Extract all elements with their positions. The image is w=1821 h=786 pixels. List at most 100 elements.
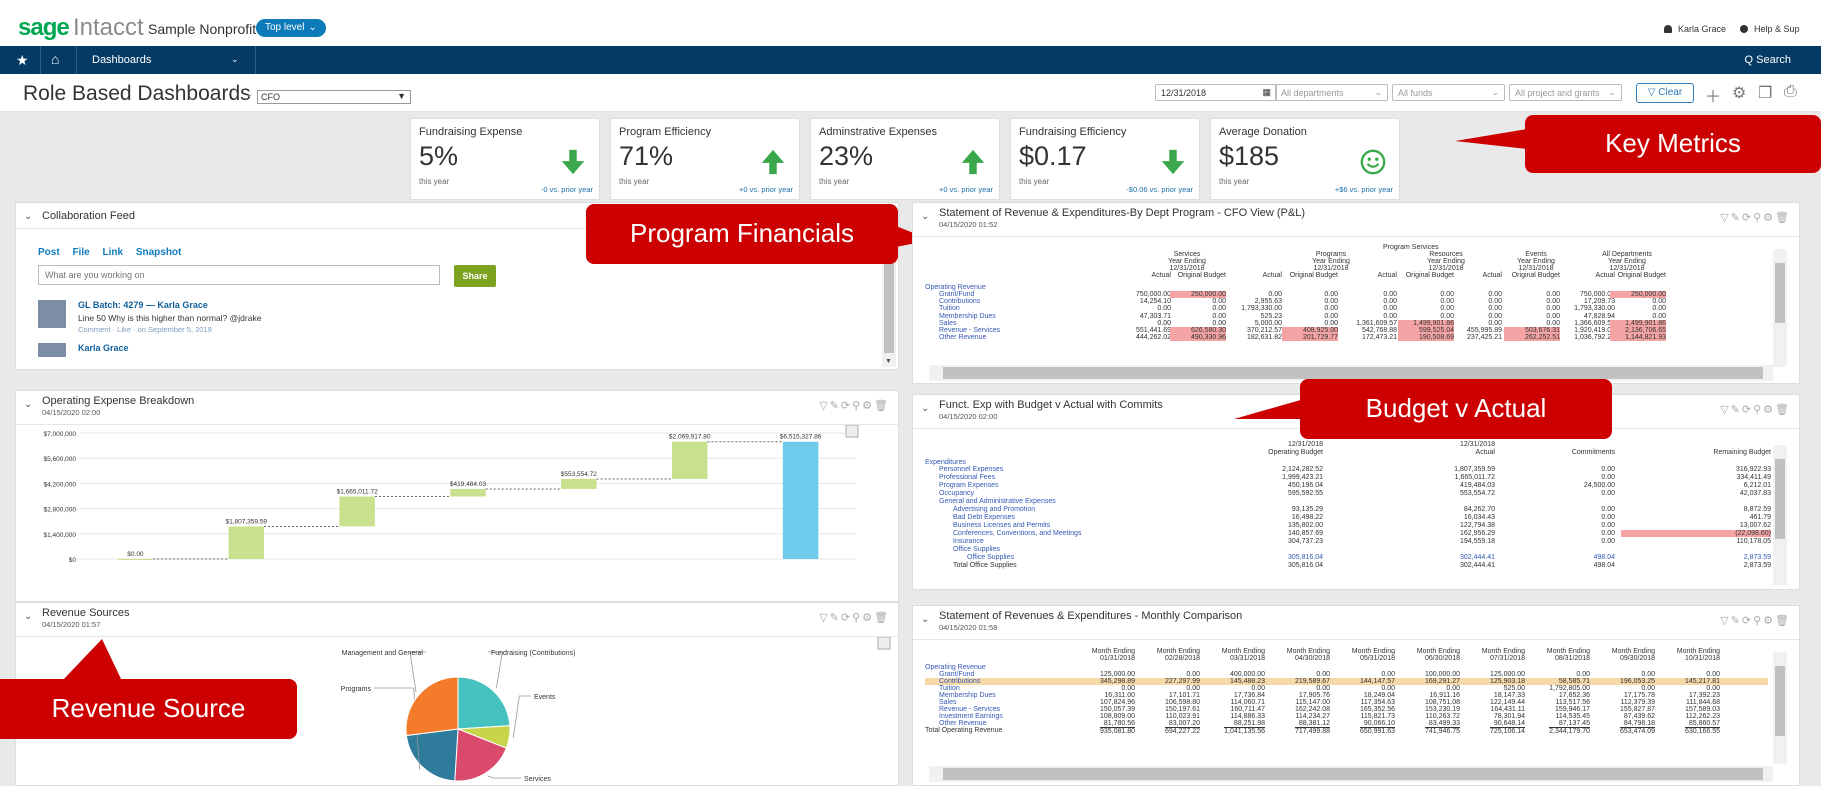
table-cell[interactable]: 0.00 xyxy=(1546,291,1560,298)
row-label[interactable]: Personnel Expenses xyxy=(939,466,1003,473)
table-cell[interactable]: 237,425.21 xyxy=(1467,334,1502,341)
table-cell[interactable]: 0.00 xyxy=(1212,320,1226,327)
table-cell[interactable]: 83,007.20 xyxy=(1169,720,1200,727)
table-cell[interactable]: 117,354.63 xyxy=(1360,699,1395,706)
table-cell[interactable]: 112,262.23 xyxy=(1685,713,1720,720)
table-cell[interactable]: 553,554.72 xyxy=(1460,490,1495,497)
table-cell[interactable]: 190,508.69 xyxy=(1398,334,1454,342)
table-cell[interactable]: 461.79 xyxy=(1750,514,1771,521)
row-label[interactable]: Grant/Fund xyxy=(939,671,974,678)
panel-tools[interactable]: ▽✎⟳⚲⚙🗑 xyxy=(819,399,890,412)
total-cell[interactable]: 694,227.22 xyxy=(1164,727,1200,735)
table-cell[interactable]: 1,793,330.00 xyxy=(1241,305,1282,312)
table-cell[interactable]: 2,124,282.52 xyxy=(1282,466,1323,473)
table-cell[interactable]: 115,147.00 xyxy=(1295,699,1330,706)
table-cell[interactable]: 0.00 xyxy=(1440,291,1454,298)
row-label[interactable]: Conferences, Conventions, and Meetings xyxy=(953,530,1081,537)
waterfall-bar[interactable] xyxy=(561,478,597,489)
settings-icon[interactable]: ⚙ xyxy=(1732,83,1746,103)
table-cell[interactable]: 0.00 xyxy=(1706,671,1720,678)
table-cell[interactable]: 144,147.57 xyxy=(1360,678,1395,685)
table-cell[interactable]: 2,873.59 xyxy=(1744,562,1771,569)
table-cell[interactable]: 150,197.61 xyxy=(1165,706,1200,713)
user-menu[interactable]: Karla Grace xyxy=(1664,24,1726,34)
row-label[interactable]: Membership Dues xyxy=(939,313,996,320)
table-cell[interactable]: 334,411.49 xyxy=(1736,474,1771,481)
total-cell[interactable]: 935,081.80 xyxy=(1099,727,1135,735)
table-cell[interactable]: 0.00 xyxy=(1324,298,1338,305)
table-cell[interactable]: 93,135.29 xyxy=(1292,506,1323,513)
table-cell[interactable]: 0.00 xyxy=(1488,313,1502,320)
row-label[interactable]: Membership Dues xyxy=(939,692,996,699)
table-cell[interactable]: 58,585.71 xyxy=(1559,678,1590,685)
table-cell[interactable]: 122,794.38 xyxy=(1460,522,1495,529)
table-cell[interactable]: 0.00 xyxy=(1601,490,1615,497)
table-cell[interactable]: 1,144,821.93 xyxy=(1610,334,1666,342)
star-icon[interactable]: ★ xyxy=(16,52,29,69)
table-cell[interactable]: 0.00 xyxy=(1440,305,1454,312)
waterfall-bar[interactable] xyxy=(228,526,265,559)
table-cell[interactable]: 18,147.33 xyxy=(1494,692,1525,699)
search-button[interactable]: Q Search xyxy=(1745,54,1791,66)
table-cell[interactable]: 16,498.22 xyxy=(1292,514,1323,521)
scrollbar[interactable] xyxy=(1773,652,1787,764)
total-cell[interactable]: 1,041,135.56 xyxy=(1224,727,1265,735)
table-cell[interactable]: 16,034.43 xyxy=(1464,514,1495,521)
table-cell[interactable]: 0.00 xyxy=(1488,320,1502,327)
table-cell[interactable]: 1,920,419.03 xyxy=(1574,327,1615,334)
row-label[interactable]: Office Supplies xyxy=(953,546,1000,553)
table-cell[interactable]: 551,441.69 xyxy=(1136,327,1171,334)
table-cell[interactable]: 24,500.00 xyxy=(1584,482,1615,489)
table-cell[interactable]: 165,352.56 xyxy=(1360,706,1395,713)
table-cell[interactable]: 18,249.04 xyxy=(1364,692,1395,699)
snapshot-tab[interactable]: Snapshot xyxy=(136,247,182,258)
kpi-card[interactable]: Program Efficiency 71% this year +0 vs. pri… xyxy=(610,118,800,200)
table-cell[interactable]: 0.00 xyxy=(1601,514,1615,521)
file-tab[interactable]: File xyxy=(72,247,89,258)
table-cell[interactable]: 345,298.89 xyxy=(1100,678,1135,685)
table-cell[interactable]: 525.00 xyxy=(1504,685,1525,692)
table-cell[interactable]: 110,178.05 xyxy=(1736,538,1771,545)
table-cell[interactable]: 160,711.47 xyxy=(1230,706,1265,713)
entity-level-dropdown[interactable]: Top level ⌄ xyxy=(256,19,326,37)
table-cell[interactable]: 0.00 xyxy=(1383,291,1397,298)
table-cell[interactable]: 164,431.11 xyxy=(1490,706,1525,713)
table-cell[interactable]: 17,175.78 xyxy=(1624,692,1655,699)
kpi-card[interactable]: Average Donation $185 this year +$6 vs. pri… xyxy=(1210,118,1400,200)
row-label[interactable]: Total Office Supplies xyxy=(953,562,1017,569)
table-cell[interactable]: 599,525.04 xyxy=(1398,327,1454,334)
section-label[interactable]: Operating Revenue xyxy=(925,284,986,291)
table-cell[interactable]: 114,535.45 xyxy=(1555,713,1590,720)
waterfall-bar[interactable] xyxy=(450,488,486,497)
table-cell[interactable]: 155,827.87 xyxy=(1620,706,1655,713)
table-cell[interactable]: 108,809.00 xyxy=(1100,713,1135,720)
table-cell[interactable]: 0.00 xyxy=(1706,685,1720,692)
table-cell[interactable]: 115,821.73 xyxy=(1360,713,1395,720)
clear-filters-button[interactable]: ▽ Clear xyxy=(1636,83,1694,103)
role-select[interactable]: CFO ▼ xyxy=(257,90,411,104)
table-cell[interactable]: 0.00 xyxy=(1576,671,1590,678)
table-cell[interactable]: 122,149.44 xyxy=(1490,699,1525,706)
table-cell[interactable]: 0.00 xyxy=(1488,291,1502,298)
table-cell[interactable]: 111,844.68 xyxy=(1686,699,1720,706)
kpi-card[interactable]: Fundraising Efficiency $0.17 this year -$0.… xyxy=(1010,118,1200,200)
waterfall-bar[interactable] xyxy=(671,441,708,479)
table-cell[interactable]: 47,828.94 xyxy=(1584,313,1615,320)
table-cell[interactable]: 108,751.08 xyxy=(1425,699,1460,706)
pie-slice[interactable] xyxy=(457,676,511,730)
table-cell[interactable]: 0.00 xyxy=(1601,522,1615,529)
table-cell[interactable]: 542,768.88 xyxy=(1362,327,1397,334)
total-cell[interactable]: 717,499.88 xyxy=(1294,727,1330,735)
table-cell[interactable]: 450,196.04 xyxy=(1288,482,1323,489)
table-cell[interactable]: 16,911.16 xyxy=(1429,692,1460,699)
table-cell[interactable]: 196,053.25 xyxy=(1620,678,1655,685)
table-cell[interactable]: 8,872.59 xyxy=(1744,506,1771,513)
table-cell[interactable]: 1,499,901.86 xyxy=(1610,319,1666,327)
table-cell[interactable]: 305,816.04 xyxy=(1288,562,1323,569)
table-cell[interactable]: 455,995.89 xyxy=(1467,327,1502,334)
table-cell[interactable]: 498.04 xyxy=(1594,554,1615,561)
collapse-chevron-icon[interactable]: ⌄ xyxy=(24,211,32,222)
table-cell[interactable]: 162,956.29 xyxy=(1460,530,1495,537)
table-cell[interactable]: 145,488.23 xyxy=(1230,678,1265,685)
table-cell[interactable]: 81,780.56 xyxy=(1104,720,1135,727)
